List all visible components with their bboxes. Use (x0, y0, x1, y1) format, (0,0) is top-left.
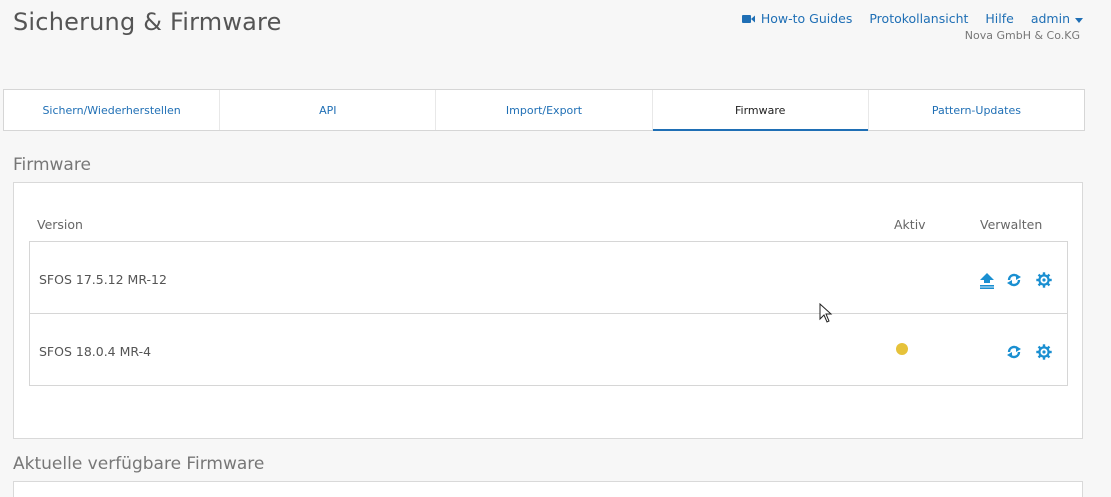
settings-icon[interactable] (1035, 271, 1053, 289)
company-name: Nova GmbH & Co.KG (964, 29, 1080, 42)
tab-backup-restore[interactable]: Sichern/Wiederherstellen (4, 90, 221, 130)
column-header-active: Aktiv (894, 217, 926, 232)
howto-guides-link[interactable]: How-to Guides (741, 11, 853, 26)
firmware-table: SFOS 17.5.12 MR-12 SFOS 18.0.4 MR-4 (29, 241, 1068, 386)
tab-bar: Sichern/Wiederherstellen API Import/Expo… (3, 89, 1085, 131)
help-link[interactable]: Hilfe (985, 11, 1013, 26)
top-navigation: How-to Guides Protokollansicht Hilfe adm… (741, 11, 1083, 26)
tab-firmware[interactable]: Firmware (652, 90, 869, 131)
column-header-manage: Verwalten (980, 217, 1043, 232)
available-firmware-section-title: Aktuelle verfügbare Firmware (13, 454, 265, 474)
reboot-icon[interactable] (1005, 271, 1023, 289)
howto-guides-label: How-to Guides (760, 11, 853, 26)
firmware-version: SFOS 17.5.12 MR-12 (39, 272, 167, 287)
settings-icon[interactable] (1035, 343, 1053, 361)
table-row: SFOS 18.0.4 MR-4 (30, 314, 1067, 385)
video-camera-icon (741, 14, 755, 24)
table-row: SFOS 17.5.12 MR-12 (30, 242, 1067, 314)
reboot-icon[interactable] (1005, 343, 1023, 361)
tab-pattern-updates[interactable]: Pattern-Updates (869, 90, 1084, 130)
firmware-card: Version Aktiv Verwalten SFOS 17.5.12 MR-… (13, 182, 1083, 439)
tab-import-export[interactable]: Import/Export (436, 90, 653, 130)
firmware-version: SFOS 18.0.4 MR-4 (39, 344, 152, 359)
user-menu-label: admin (1030, 11, 1070, 26)
mouse-cursor-icon (819, 302, 833, 327)
user-menu[interactable]: admin (1031, 11, 1083, 26)
active-indicator-dot (896, 343, 908, 355)
log-viewer-link[interactable]: Protokollansicht (869, 11, 968, 26)
available-firmware-card (13, 481, 1083, 497)
caret-down-icon (1075, 11, 1083, 26)
column-header-version: Version (37, 217, 83, 232)
tab-api[interactable]: API (220, 90, 437, 130)
boot-upload-icon[interactable] (978, 271, 996, 289)
page-title: Sicherung & Firmware (13, 8, 282, 36)
firmware-section-title: Firmware (13, 155, 91, 175)
